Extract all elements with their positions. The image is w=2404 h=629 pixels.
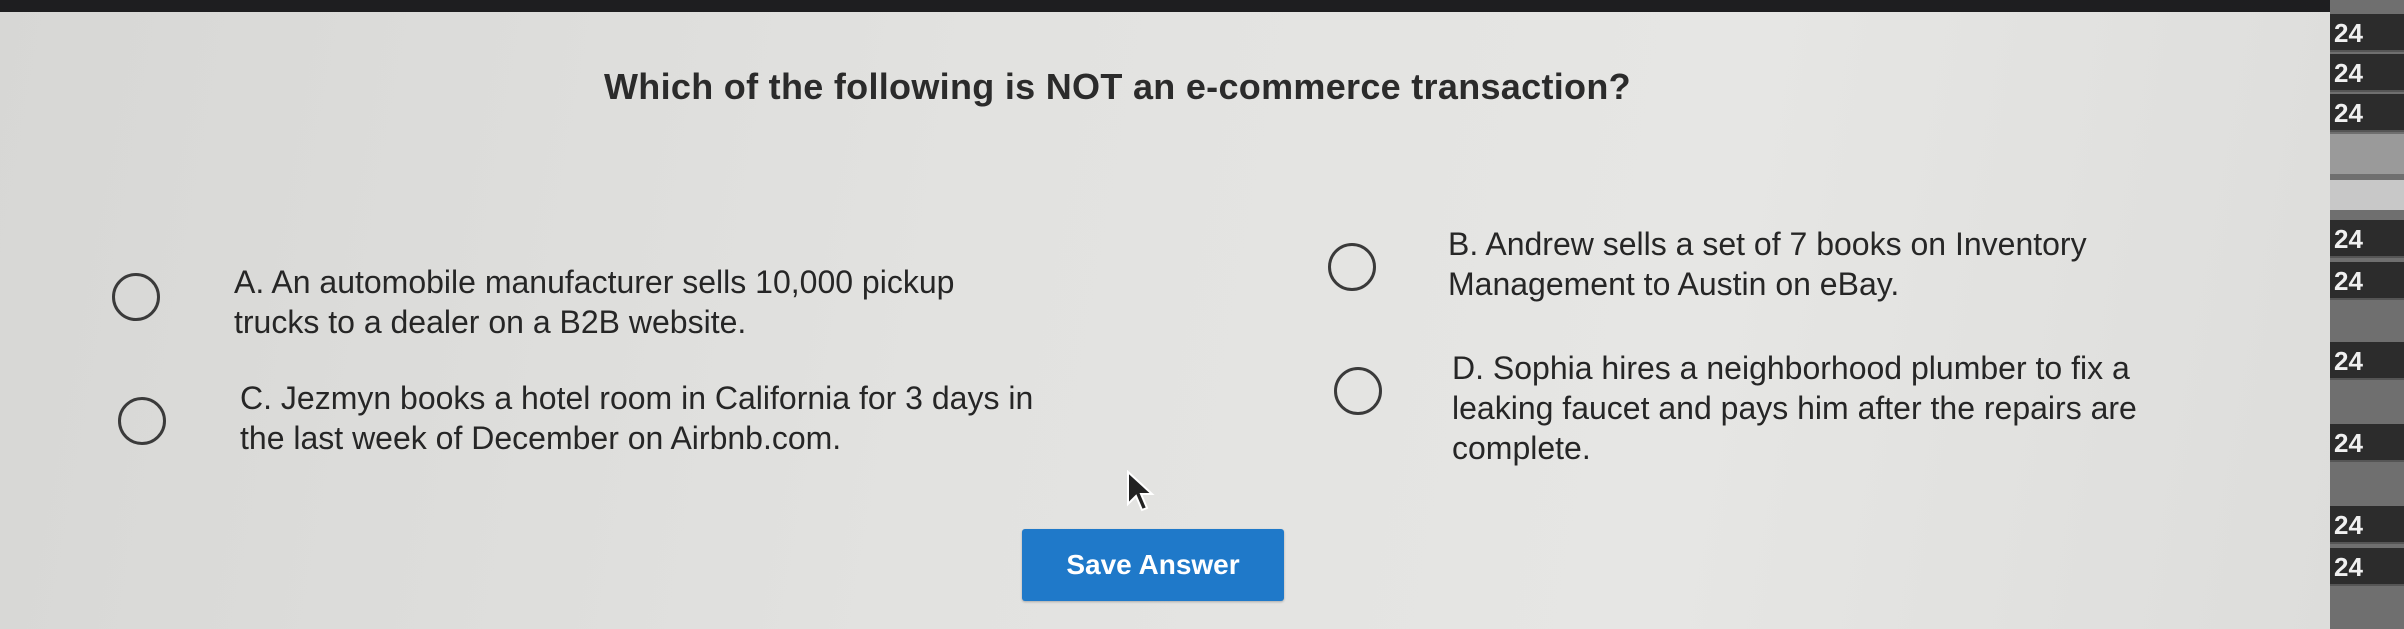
option-a-radio[interactable] [112,273,160,321]
question-nav-item[interactable]: 24 [2330,548,2404,586]
option-a-label[interactable]: A. An automobile manufacturer sells 10,0… [234,262,1024,342]
option-b-label[interactable]: B. Andrew sells a set of 7 books on Inve… [1448,224,2168,304]
save-answer-button[interactable]: Save Answer [1022,529,1284,601]
question-nav-item[interactable]: 24 [2330,54,2404,92]
question-nav-item[interactable]: 24 [2330,14,2404,52]
question-nav-item[interactable]: 24 [2330,220,2404,258]
question-nav-item[interactable]: 24 [2330,262,2404,300]
option-d-label[interactable]: D. Sophia hires a neighborhood plumber t… [1452,348,2172,468]
top-bar [0,0,2330,12]
question-nav-item[interactable]: 24 [2330,506,2404,544]
option-c-radio[interactable] [118,397,166,445]
option-b-radio[interactable] [1328,243,1376,291]
question-text: Which of the following is NOT an e-comme… [604,66,1631,107]
panel-divider [2330,134,2404,174]
question-nav-item[interactable]: 24 [2330,424,2404,462]
option-c-label[interactable]: C. Jezmyn books a hotel room in Californ… [240,378,1040,458]
question-nav-item[interactable]: 24 [2330,342,2404,380]
question-nav-item[interactable]: 24 [2330,94,2404,132]
mouse-cursor-icon [1127,470,1155,512]
option-d-radio[interactable] [1334,367,1382,415]
panel-divider [2330,180,2404,210]
